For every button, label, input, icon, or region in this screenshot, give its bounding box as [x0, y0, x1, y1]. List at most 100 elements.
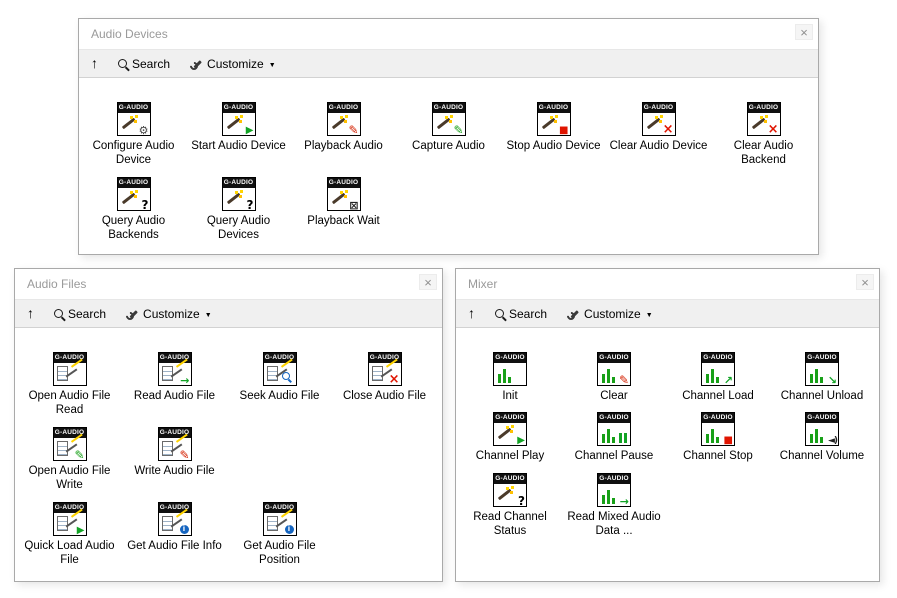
bars-vi-icon: G-AUDIO: [597, 352, 631, 386]
icon-body: [223, 113, 255, 135]
palette-item-read-channel-status[interactable]: G-AUDIORead Channel Status: [458, 473, 562, 539]
icon-header-label: G-AUDIO: [54, 428, 86, 438]
palette-item-channel-volume[interactable]: G-AUDIOChannel Volume: [770, 412, 874, 463]
icon-header-label: G-AUDIO: [806, 353, 838, 363]
palette-row: G-AUDIOOpen Audio File ReadG-AUDIORead A…: [17, 352, 440, 418]
cross-badge-icon: [389, 373, 400, 386]
search-button[interactable]: Search: [118, 57, 170, 71]
customize-button[interactable]: Customize: [190, 57, 276, 71]
palette-item-clear-audio-backend[interactable]: G-AUDIOClear Audio Backend: [711, 102, 816, 168]
question-badge-icon: [142, 199, 149, 211]
customize-button[interactable]: Customize: [126, 307, 212, 321]
window-mixer: Mixer Search Customize G-AUDIOInitG-AUDI…: [455, 268, 880, 582]
palette-item-get-audio-file-info[interactable]: G-AUDIOGet Audio File Info: [122, 502, 227, 568]
bars-glyph-icon: [602, 363, 615, 383]
palette-item-read-audio-file[interactable]: G-AUDIORead Audio File: [122, 352, 227, 418]
palette-item-seek-audio-file[interactable]: G-AUDIOSeek Audio File: [227, 352, 332, 418]
close-button[interactable]: [856, 274, 874, 290]
search-button[interactable]: Search: [495, 307, 547, 321]
palette-row: G-AUDIOConfigure Audio DeviceG-AUDIOStar…: [81, 102, 816, 168]
icon-body: [159, 513, 191, 535]
palette-item-channel-load[interactable]: G-AUDIOChannel Load: [666, 352, 770, 403]
palette-item-write-audio-file[interactable]: G-AUDIOWrite Audio File: [122, 427, 227, 493]
close-icon: [800, 25, 808, 40]
titlebar[interactable]: Mixer: [456, 269, 879, 299]
palette-item-configure-audio-device[interactable]: G-AUDIOConfigure Audio Device: [81, 102, 186, 168]
icon-body: [806, 363, 838, 385]
customize-label: Customize: [207, 57, 264, 71]
search-icon: [495, 309, 504, 318]
palette-item-read-mixed-audio-data[interactable]: G-AUDIORead Mixed Audio Data ...: [562, 473, 666, 539]
up-button[interactable]: [468, 306, 475, 321]
palette-item-label: Channel Stop: [683, 449, 753, 463]
icon-body: [598, 363, 630, 385]
palette-item-label: Close Audio File: [343, 389, 426, 403]
palette-item-playback-audio[interactable]: G-AUDIOPlayback Audio: [291, 102, 396, 168]
file-glyph-icon: [57, 441, 68, 456]
icon-body: [598, 484, 630, 506]
titlebar[interactable]: Audio Files: [15, 269, 442, 299]
icon-header-label: G-AUDIO: [54, 353, 86, 363]
palette-item-label: Start Audio Device: [191, 139, 286, 153]
wand-vi-icon: G-AUDIO: [493, 473, 527, 507]
pause-badge-icon: [619, 433, 627, 443]
titlebar[interactable]: Audio Devices: [79, 19, 818, 49]
customize-button[interactable]: Customize: [567, 307, 653, 321]
wand-vi-icon: G-AUDIO: [493, 412, 527, 446]
wand-vi-icon: G-AUDIO: [327, 177, 361, 211]
palette-item-quick-load-audio-file[interactable]: G-AUDIO Quick Load Audio File: [17, 502, 122, 568]
play-badge-icon: [517, 434, 525, 446]
palette-item-get-audio-file-position[interactable]: G-AUDIOGet Audio File Position: [227, 502, 332, 568]
file-glyph-icon: [162, 366, 173, 381]
wand-vi-icon: G-AUDIO: [222, 177, 256, 211]
pencil-green-badge-icon: [453, 124, 463, 136]
palette-item-channel-unload[interactable]: G-AUDIOChannel Unload: [770, 352, 874, 403]
stop-badge-icon: [559, 124, 568, 136]
up-button[interactable]: [27, 306, 34, 321]
icon-header-label: G-AUDIO: [118, 178, 150, 188]
icon-body: [264, 363, 296, 385]
window-audio-files: Audio Files Search Customize G-AUDIOOpen…: [14, 268, 443, 582]
bars-vi-icon: G-AUDIO: [597, 473, 631, 507]
icon-header-label: G-AUDIO: [264, 353, 296, 363]
icon-header-label: G-AUDIO: [598, 474, 630, 484]
icon-header-label: G-AUDIO: [494, 353, 526, 363]
window-title: Audio Devices: [91, 27, 168, 41]
palette-item-label: Init: [502, 389, 517, 403]
close-button[interactable]: [419, 274, 437, 290]
question-badge-icon: [247, 199, 254, 211]
palette-item-close-audio-file[interactable]: G-AUDIOClose Audio File: [332, 352, 437, 418]
close-button[interactable]: [795, 24, 813, 40]
wand-vi-icon: G-AUDIO: [222, 102, 256, 136]
palette-item-query-audio-backends[interactable]: G-AUDIOQuery Audio Backends: [81, 177, 186, 243]
wand-vi-icon: G-AUDIO: [117, 102, 151, 136]
palette-item-init[interactable]: G-AUDIO Init: [458, 352, 562, 403]
palette-item-stop-audio-device[interactable]: G-AUDIOStop Audio Device: [501, 102, 606, 168]
palette-item-query-audio-devices[interactable]: G-AUDIOQuery Audio Devices: [186, 177, 291, 243]
search-button[interactable]: Search: [54, 307, 106, 321]
palette-item-start-audio-device[interactable]: G-AUDIO Start Audio Device: [186, 102, 291, 168]
icon-header-label: G-AUDIO: [54, 503, 86, 513]
wand-vi-icon: G-AUDIO: [642, 102, 676, 136]
play-badge-icon: [77, 524, 85, 536]
palette-item-capture-audio[interactable]: G-AUDIOCapture Audio: [396, 102, 501, 168]
palette-item-label: Quick Load Audio File: [21, 539, 119, 568]
info-badge-icon: [180, 525, 189, 534]
palette-item-open-audio-file-read[interactable]: G-AUDIOOpen Audio File Read: [17, 352, 122, 418]
palette-item-clear[interactable]: G-AUDIOClear: [562, 352, 666, 403]
palette-item-channel-play[interactable]: G-AUDIOChannel Play: [458, 412, 562, 463]
search-label: Search: [68, 307, 106, 321]
palette-row: G-AUDIOOpen Audio File WriteG-AUDIOWrite…: [17, 427, 440, 493]
palette-item-channel-pause[interactable]: G-AUDIOChannel Pause: [562, 412, 666, 463]
up-button[interactable]: [91, 56, 98, 71]
icon-header-label: G-AUDIO: [702, 413, 734, 423]
palette-item-label: Channel Volume: [780, 449, 864, 463]
dropdown-caret-icon: [205, 307, 212, 321]
palette-item-clear-audio-device[interactable]: G-AUDIOClear Audio Device: [606, 102, 711, 168]
wand-vi-icon: G-AUDIO: [432, 102, 466, 136]
palette-item-playback-wait[interactable]: G-AUDIOPlayback Wait: [291, 177, 396, 243]
search-label: Search: [132, 57, 170, 71]
palette-item-open-audio-file-write[interactable]: G-AUDIOOpen Audio File Write: [17, 427, 122, 493]
icon-header-label: G-AUDIO: [328, 103, 360, 113]
palette-item-channel-stop[interactable]: G-AUDIO Channel Stop: [666, 412, 770, 463]
